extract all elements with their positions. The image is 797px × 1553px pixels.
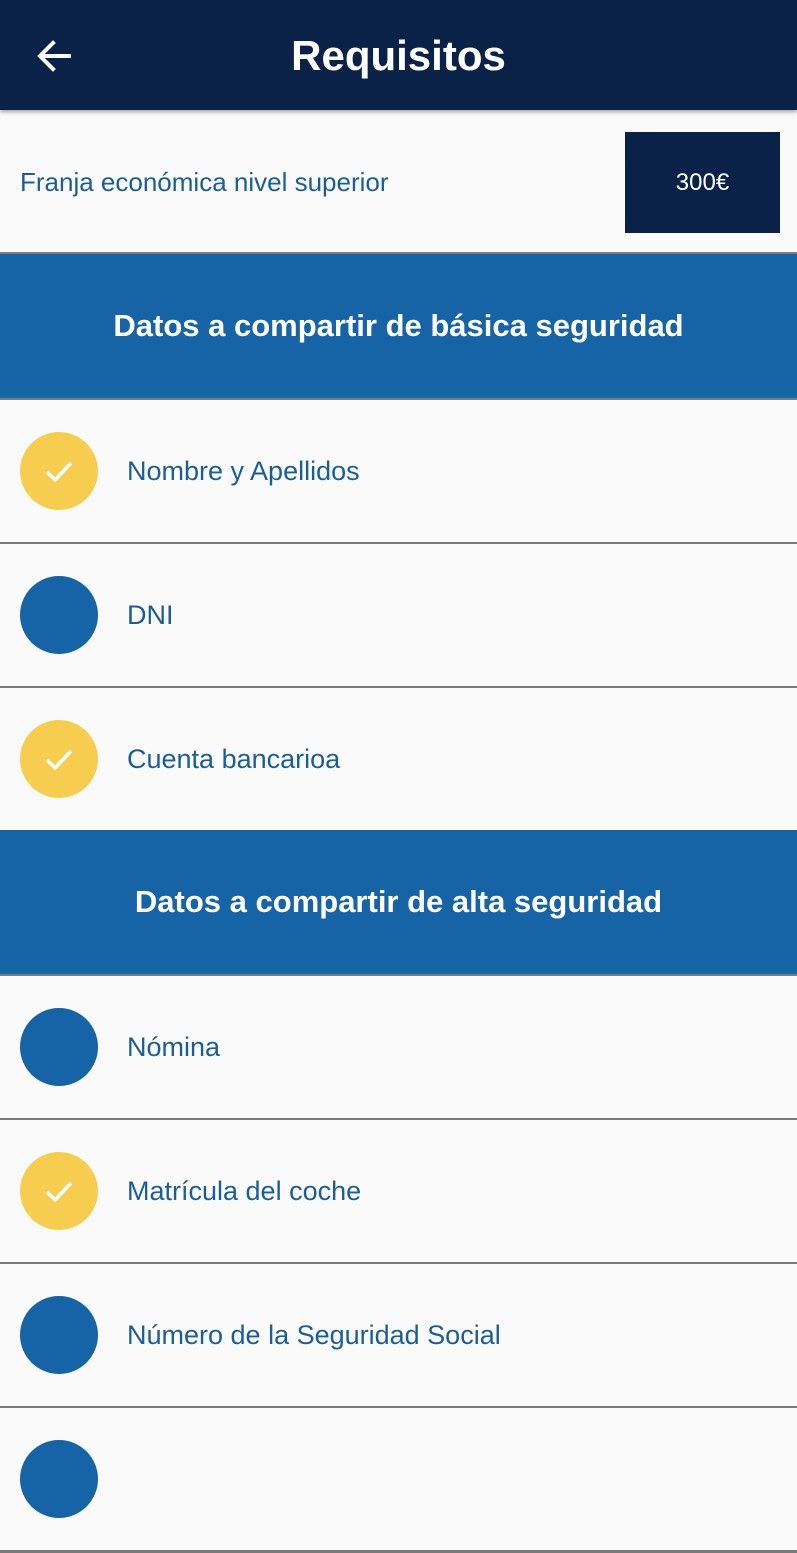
requirement-label: Nombre y Apellidos <box>127 456 360 486</box>
status-dot <box>20 576 98 654</box>
tier-label: Franja económica nivel superior <box>20 167 389 197</box>
app-bar: Requisitos <box>0 0 797 110</box>
requirement-item[interactable]: DNI <box>0 544 797 689</box>
status-dot <box>20 1440 98 1518</box>
price-badge[interactable]: 300€ <box>625 132 780 233</box>
requirement-item[interactable]: Matrícula del coche <box>0 1120 797 1265</box>
requirement-label: Cuenta bancarioa <box>127 744 341 774</box>
status-dot <box>20 1152 98 1230</box>
requirement-label: Nómina <box>127 1032 221 1062</box>
requirement-item[interactable]: Número de la Seguridad Social <box>0 1264 797 1409</box>
status-dot <box>20 720 98 798</box>
requirement-label: DNI <box>127 600 174 630</box>
status-dot <box>20 1008 98 1086</box>
requirement-item[interactable]: Cuenta bancarioa <box>0 688 797 833</box>
requirement-item[interactable]: Nómina <box>0 976 797 1121</box>
requirement-label: Número de la Seguridad Social <box>127 1320 501 1350</box>
requirement-item[interactable]: Nombre y Apellidos <box>0 400 797 545</box>
section-header-basic: Datos a compartir de básica seguridad <box>0 254 797 400</box>
check-icon <box>45 1181 73 1203</box>
status-dot <box>20 432 98 510</box>
page-title: Requisitos <box>291 32 506 79</box>
section-header-high: Datos a compartir de alta seguridad <box>0 830 797 976</box>
check-icon <box>45 461 73 483</box>
tier-row: Franja económica nivel superior 300€ <box>0 112 797 254</box>
check-icon <box>45 749 73 771</box>
requirement-item[interactable] <box>0 1408 797 1553</box>
requirement-label: Matrícula del coche <box>127 1176 362 1206</box>
status-dot <box>20 1296 98 1374</box>
